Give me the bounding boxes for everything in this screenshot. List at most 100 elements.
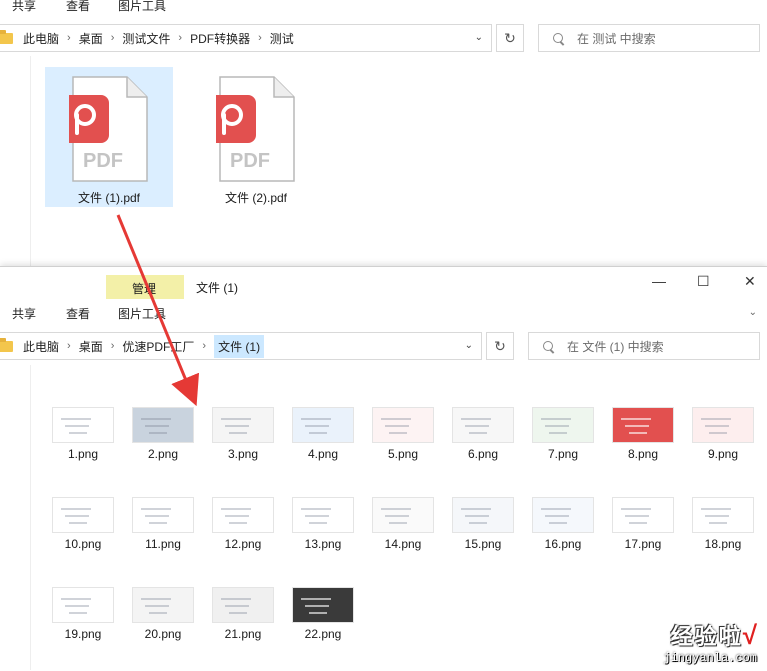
file-name: 6.png [467, 447, 499, 461]
breadcrumb-desktop[interactable]: 桌面 [79, 338, 103, 355]
file-name: 文件 (2).pdf [224, 191, 288, 205]
tab-share[interactable]: 共享 [12, 0, 36, 14]
image-thumbnail [52, 497, 114, 533]
back-explorer-window: 共享 查看 图片工具 此电脑 › 桌面 › 测试文件 › PDF转换器 › 测试… [0, 0, 767, 268]
image-file-item[interactable]: 2.png [131, 407, 195, 461]
watermark: 经验啦√ jingyanla.com [663, 619, 757, 665]
image-file-item[interactable]: 18.png [691, 497, 755, 551]
image-file-item[interactable]: 22.png [291, 587, 355, 641]
image-thumbnail [292, 407, 354, 443]
file-name: 19.png [64, 627, 102, 641]
image-file-item[interactable]: 8.png [611, 407, 675, 461]
breadcrumb-pdf-factory[interactable]: 优速PDF工厂 [122, 338, 194, 355]
file-name: 10.png [64, 537, 102, 551]
file-name: 1.png [67, 447, 99, 461]
refresh-button[interactable]: ↻ [486, 332, 514, 360]
file-item[interactable]: PDF 文件 (1).pdf [45, 67, 173, 207]
image-file-item[interactable]: 4.png [291, 407, 355, 461]
file-name: 文件 (1).pdf [77, 191, 141, 205]
chevron-right-icon[interactable]: › [67, 32, 71, 44]
chevron-right-icon[interactable]: › [258, 32, 262, 44]
file-name: 12.png [224, 537, 262, 551]
address-bar[interactable]: 此电脑 › 桌面 › 优速PDF工厂 › 文件 (1) ⌄ [0, 332, 482, 360]
image-file-item[interactable]: 12.png [211, 497, 275, 551]
tab-view[interactable]: 查看 [66, 0, 90, 14]
chevron-right-icon[interactable]: › [67, 340, 71, 352]
image-file-item[interactable]: 17.png [611, 497, 675, 551]
image-file-item[interactable]: 16.png [531, 497, 595, 551]
search-icon [540, 338, 556, 354]
image-thumbnail [372, 407, 434, 443]
search-input[interactable]: 在 测试 中搜索 [538, 24, 760, 52]
image-file-item[interactable]: 5.png [371, 407, 435, 461]
chevron-right-icon[interactable]: › [111, 340, 115, 352]
nav-pane-divider [30, 365, 31, 670]
file-name: 20.png [144, 627, 182, 641]
search-placeholder: 在 文件 (1) 中搜索 [567, 339, 664, 354]
image-file-item[interactable]: 11.png [131, 497, 195, 551]
image-file-item[interactable]: 20.png [131, 587, 195, 641]
maximize-button[interactable]: ☐ [697, 273, 710, 290]
file-name: 21.png [224, 627, 262, 641]
image-thumbnail [212, 407, 274, 443]
tab-manage-label: 管理 [132, 282, 157, 296]
tab-manage-context[interactable]: 管理 [106, 275, 184, 299]
svg-text:PDF: PDF [83, 150, 123, 172]
image-file-item[interactable]: 1.png [51, 407, 115, 461]
breadcrumb-test-files[interactable]: 测试文件 [122, 30, 170, 47]
file-name: 11.png [145, 537, 181, 551]
image-file-item[interactable]: 21.png [211, 587, 275, 641]
image-file-item[interactable]: 6.png [451, 407, 515, 461]
search-input[interactable]: 在 文件 (1) 中搜索 [528, 332, 760, 360]
file-name: 16.png [544, 537, 582, 551]
file-name: 4.png [307, 447, 339, 461]
image-file-item[interactable]: 14.png [371, 497, 435, 551]
chevron-down-icon[interactable]: ⌄ [465, 340, 473, 351]
image-thumbnail [132, 587, 194, 623]
image-file-item[interactable]: 15.png [451, 497, 515, 551]
file-name: 15.png [464, 537, 502, 551]
breadcrumb-desktop[interactable]: 桌面 [79, 30, 103, 47]
image-file-item[interactable]: 9.png [691, 407, 755, 461]
ribbon-expand-icon[interactable]: ⌄ [749, 307, 757, 318]
breadcrumb-test[interactable]: 测试 [270, 30, 294, 47]
tab-picture-tools[interactable]: 图片工具 [118, 0, 166, 14]
minimize-button[interactable]: — [652, 273, 666, 289]
file-name: 9.png [707, 447, 739, 461]
image-thumbnail [52, 407, 114, 443]
image-thumbnail [532, 497, 594, 533]
tab-picture-tools[interactable]: 图片工具 [118, 305, 166, 322]
chevron-right-icon[interactable]: › [111, 32, 115, 44]
file-item[interactable]: PDF 文件 (2).pdf [192, 67, 320, 207]
address-bar[interactable]: 此电脑 › 桌面 › 测试文件 › PDF转换器 › 测试 ⌄ [0, 24, 492, 52]
image-thumbnail [212, 497, 274, 533]
folder-icon [0, 337, 13, 352]
image-thumbnail [292, 587, 354, 623]
image-file-item[interactable]: 13.png [291, 497, 355, 551]
image-thumbnail [612, 407, 674, 443]
tab-view[interactable]: 查看 [66, 305, 90, 322]
breadcrumb-this-pc[interactable]: 此电脑 [23, 338, 59, 355]
chevron-right-icon[interactable]: › [202, 340, 206, 352]
image-thumbnail [132, 407, 194, 443]
image-file-item[interactable]: 10.png [51, 497, 115, 551]
image-file-item[interactable]: 19.png [51, 587, 115, 641]
file-name: 8.png [627, 447, 659, 461]
breadcrumb-file-1[interactable]: 文件 (1) [214, 334, 265, 358]
breadcrumb-pdf-converter[interactable]: PDF转换器 [190, 30, 250, 47]
chevron-right-icon[interactable]: › [178, 32, 182, 44]
breadcrumb-this-pc[interactable]: 此电脑 [23, 30, 59, 47]
watermark-text: 经验啦 [670, 624, 743, 649]
image-thumbnail [52, 587, 114, 623]
front-explorer-window: 管理 文件 (1) — ☐ ✕ 共享 查看 图片工具 ⌄ 此电脑 › 桌面 › … [0, 266, 767, 671]
image-thumbnail [532, 407, 594, 443]
search-placeholder: 在 测试 中搜索 [577, 31, 656, 46]
image-file-item[interactable]: 3.png [211, 407, 275, 461]
image-file-item[interactable]: 7.png [531, 407, 595, 461]
refresh-button[interactable]: ↻ [496, 24, 524, 52]
watermark-url: jingyanla.com [663, 651, 757, 665]
tab-share[interactable]: 共享 [12, 305, 36, 322]
close-button[interactable]: ✕ [744, 273, 756, 290]
chevron-down-icon[interactable]: ⌄ [475, 32, 483, 43]
image-thumbnail [292, 497, 354, 533]
